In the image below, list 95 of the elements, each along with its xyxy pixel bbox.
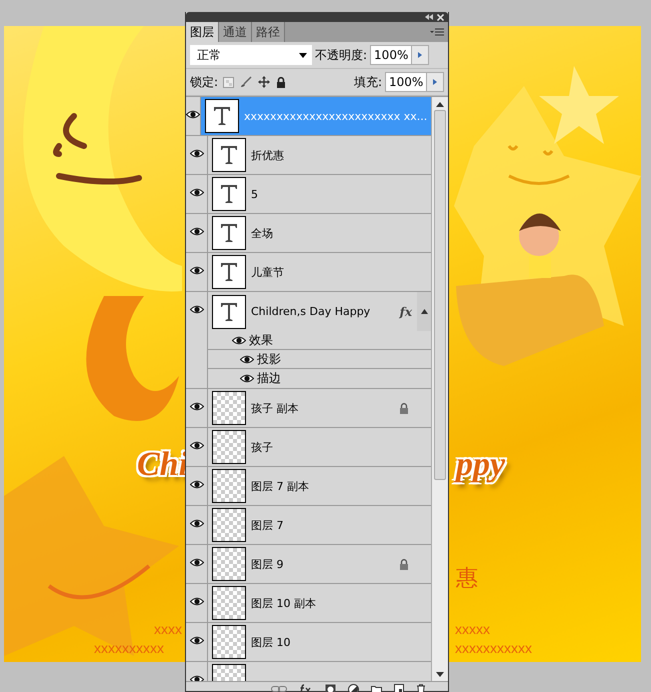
mask-icon[interactable] — [325, 684, 336, 692]
poster-caption-text: xxxxx — [455, 621, 490, 637]
visibility-eye-icon[interactable] — [190, 636, 204, 645]
layer-thumbnail — [212, 430, 246, 464]
visibility-eye-icon[interactable] — [190, 402, 204, 411]
link-icon[interactable] — [271, 685, 287, 692]
caret-icon — [299, 52, 307, 58]
layer-item[interactable]: 儿童节 — [208, 253, 431, 291]
visibility-eye-icon[interactable] — [190, 227, 204, 236]
layer-thumbnail — [212, 547, 246, 581]
layer-name: 孩子 副本 — [251, 400, 300, 416]
effects-group-label[interactable]: 效果 — [249, 332, 273, 348]
opacity-field[interactable]: 100% — [370, 45, 430, 65]
layer-name: 5 — [251, 188, 259, 200]
arrow-icon[interactable] — [418, 52, 422, 58]
layer-name: 孩子 — [251, 440, 274, 454]
layer-item[interactable]: 5 — [208, 175, 431, 213]
panel-tab[interactable]: 路径 — [252, 22, 285, 42]
visibility-eye-icon[interactable] — [190, 305, 204, 314]
folder-icon[interactable] — [371, 684, 382, 692]
panel-tab[interactable]: 图层 — [186, 22, 219, 42]
move-icon[interactable] — [258, 76, 270, 88]
visibility-eye-icon[interactable] — [190, 558, 204, 567]
text-layer-icon — [220, 145, 238, 165]
scroll-down-icon[interactable] — [436, 672, 444, 677]
panel-menu-icon[interactable] — [430, 28, 444, 36]
layer-name: 儿童节 — [251, 264, 285, 280]
fx-icon[interactable] — [299, 684, 313, 692]
expand-toggle-icon[interactable] — [420, 309, 428, 314]
poster-caption-text: xxxxxxxxxx — [94, 640, 164, 656]
scroll-up-icon[interactable] — [436, 102, 444, 107]
layer-item[interactable]: 图层 7 副本 — [208, 467, 431, 505]
visibility-eye-icon[interactable] — [240, 354, 254, 364]
trash-icon[interactable] — [416, 684, 426, 692]
layer-item[interactable]: 孩子 副本 — [208, 389, 431, 427]
lock-label: 锁定: — [190, 74, 218, 90]
text-layer-icon — [220, 184, 238, 204]
layer-thumbnail — [212, 391, 246, 425]
visibility-eye-icon[interactable] — [240, 374, 254, 383]
effect-name[interactable]: 投影 — [257, 350, 281, 368]
layer-thumbnail — [212, 586, 246, 620]
layer-item[interactable]: Children,s Day Happy fx — [208, 292, 431, 331]
visibility-eye-icon[interactable] — [190, 149, 204, 158]
layer-item[interactable]: 全场 — [208, 214, 431, 252]
visibility-eye-icon[interactable] — [190, 266, 204, 275]
scrollbar[interactable] — [431, 97, 448, 681]
layer-name: 图层 10 副本 — [251, 596, 317, 610]
opacity-label: 不透明度: — [315, 46, 368, 64]
collapse-icon[interactable] — [425, 14, 433, 20]
layer-item[interactable]: 图层 10 — [208, 623, 431, 661]
adjustment-icon[interactable] — [348, 684, 359, 692]
layer-name: Children,s Day Happy — [251, 305, 372, 318]
layer-item[interactable]: 折优惠 — [208, 136, 431, 174]
layer-name: 图层 7 副本 — [251, 478, 310, 494]
arrow-icon[interactable] — [433, 79, 437, 85]
poster-title-text: Chi — [137, 446, 188, 484]
text-layer-icon — [220, 262, 238, 282]
visibility-eye-icon[interactable] — [190, 441, 204, 450]
layer-item[interactable]: 图层 7 — [208, 506, 431, 544]
poster-caption-text: xxxx — [154, 621, 182, 637]
panel-tab[interactable]: 通道 — [219, 22, 252, 42]
checkerboard-icon[interactable] — [223, 76, 234, 88]
text-layer-icon — [213, 106, 231, 126]
layer-item[interactable]: 孩子 — [208, 428, 431, 466]
poster-title-text: ppy — [456, 446, 506, 484]
visibility-eye-icon[interactable] — [232, 336, 246, 344]
visibility-eye-icon[interactable] — [190, 519, 204, 528]
new-layer-icon[interactable] — [394, 684, 404, 692]
layer-thumbnail — [212, 625, 246, 659]
visibility-eye-icon[interactable] — [186, 110, 200, 119]
layer-name: xxxxxxxxxxxxxxxxxxxxxxxx xx... — [244, 110, 428, 122]
effect-name[interactable]: 描边 — [257, 370, 281, 387]
layer-thumbnail — [212, 508, 246, 542]
layer-name: 图层 9 — [251, 556, 284, 572]
lock-icon[interactable] — [276, 76, 286, 88]
effects-label: fx — [400, 304, 412, 318]
layer-item[interactable]: 图层 10 副本 — [208, 584, 431, 622]
fill-field[interactable]: 100% — [385, 72, 444, 92]
layer-name: 图层 10 — [251, 634, 292, 650]
layer-name: 图层 7 — [251, 518, 284, 532]
fill-label: 填充: — [354, 74, 382, 90]
close-icon[interactable] — [437, 14, 444, 20]
visibility-eye-icon[interactable] — [190, 597, 204, 606]
layer-item[interactable]: 图层 9 — [208, 545, 431, 583]
blend-mode-dropdown[interactable]: 正常 — [190, 45, 312, 65]
poster-caption-text: xxxxxxxxxxx — [455, 640, 532, 656]
layer-thumbnail — [212, 469, 246, 503]
poster-promo-text: 惠 — [456, 565, 478, 593]
visibility-eye-icon[interactable] — [190, 188, 204, 197]
visibility-eye-icon[interactable] — [190, 480, 204, 489]
layer-name: 全场 — [251, 226, 274, 240]
text-layer-icon — [220, 302, 238, 322]
text-layer-icon — [220, 223, 238, 243]
brush-icon[interactable] — [240, 76, 252, 88]
layer-name: 折优惠 — [251, 148, 285, 162]
